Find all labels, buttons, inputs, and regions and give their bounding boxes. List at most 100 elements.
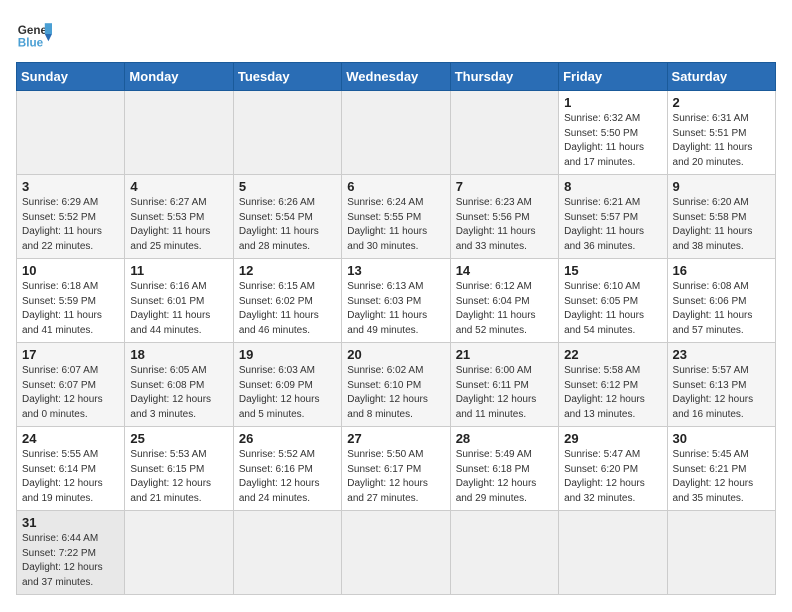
day-number: 11 [130,263,227,278]
day-number: 28 [456,431,553,446]
calendar-cell: 15 Sunrise: 6:10 AM Sunset: 6:05 PM Dayli… [559,259,667,343]
calendar-cell: 31 Sunrise: 6:44 AM Sunset: 7:22 PM Dayli… [17,511,125,595]
calendar-cell: 24Sunrise: 5:55 AM Sunset: 6:14 PM Dayli… [17,427,125,511]
day-info: Sunrise: 6:44 AM Sunset: 7:22 PM Dayligh… [22,532,119,590]
col-header-saturday: Saturday [667,63,775,91]
day-number: 18 [130,347,227,362]
calendar-cell: 11 Sunrise: 6:16 AM Sunset: 6:01 PM Dayli… [125,259,233,343]
calendar-cell: 7Sunrise: 6:23 AM Sunset: 5:56 PM Daylig… [450,175,558,259]
day-info: Sunrise: 6:02 AM Sunset: 6:10 PM Dayligh… [347,364,444,422]
calendar-cell: 20 Sunrise: 6:02 AM Sunset: 6:10 PM Dayli… [342,343,450,427]
day-number: 15 [564,263,661,278]
day-info: Sunrise: 6:31 AM Sunset: 5:51 PM Dayligh… [673,112,770,170]
day-info: Sunrise: 6:00 AM Sunset: 6:11 PM Dayligh… [456,364,553,422]
day-number: 31 [22,515,119,530]
calendar-cell: 4 Sunrise: 6:27 AM Sunset: 5:53 PM Daylig… [125,175,233,259]
day-number: 29 [564,431,661,446]
calendar-cell: 22 Sunrise: 5:58 AM Sunset: 6:12 PM Dayli… [559,343,667,427]
calendar-cell: 19Sunrise: 6:03 AM Sunset: 6:09 PM Dayli… [233,343,341,427]
calendar-cell [17,91,125,175]
day-info: Sunrise: 6:08 AM Sunset: 6:06 PM Dayligh… [673,280,770,338]
day-number: 25 [130,431,227,446]
day-number: 6 [347,179,444,194]
day-info: Sunrise: 5:58 AM Sunset: 6:12 PM Dayligh… [564,364,661,422]
calendar-cell [342,91,450,175]
day-number: 21 [456,347,553,362]
day-number: 10 [22,263,119,278]
day-info: Sunrise: 5:53 AM Sunset: 6:15 PM Dayligh… [130,448,227,506]
day-info: Sunrise: 6:07 AM Sunset: 6:07 PM Dayligh… [22,364,119,422]
calendar-cell [342,511,450,595]
calendar-cell: 26 Sunrise: 5:52 AM Sunset: 6:16 PM Dayli… [233,427,341,511]
day-info: Sunrise: 5:50 AM Sunset: 6:17 PM Dayligh… [347,448,444,506]
day-number: 3 [22,179,119,194]
calendar-cell: 10 Sunrise: 6:18 AM Sunset: 5:59 PM Dayli… [17,259,125,343]
calendar-cell: 30Sunrise: 5:45 AM Sunset: 6:21 PM Dayli… [667,427,775,511]
calendar-cell: 8 Sunrise: 6:21 AM Sunset: 5:57 PM Daylig… [559,175,667,259]
day-number: 13 [347,263,444,278]
day-info: Sunrise: 6:15 AM Sunset: 6:02 PM Dayligh… [239,280,336,338]
calendar-cell: 21 Sunrise: 6:00 AM Sunset: 6:11 PM Dayli… [450,343,558,427]
calendar-cell: 29 Sunrise: 5:47 AM Sunset: 6:20 PM Dayli… [559,427,667,511]
calendar-cell [233,511,341,595]
day-info: Sunrise: 6:29 AM Sunset: 5:52 PM Dayligh… [22,196,119,254]
day-info: Sunrise: 6:10 AM Sunset: 6:05 PM Dayligh… [564,280,661,338]
day-info: Sunrise: 5:49 AM Sunset: 6:18 PM Dayligh… [456,448,553,506]
calendar-cell: 6 Sunrise: 6:24 AM Sunset: 5:55 PM Daylig… [342,175,450,259]
day-info: Sunrise: 6:12 AM Sunset: 6:04 PM Dayligh… [456,280,553,338]
header: General Blue [16,16,776,52]
day-info: Sunrise: 6:24 AM Sunset: 5:55 PM Dayligh… [347,196,444,254]
calendar-cell: 1Sunrise: 6:32 AM Sunset: 5:50 PM Daylig… [559,91,667,175]
calendar-cell: 18 Sunrise: 6:05 AM Sunset: 6:08 PM Dayli… [125,343,233,427]
calendar-cell [233,91,341,175]
day-info: Sunrise: 6:05 AM Sunset: 6:08 PM Dayligh… [130,364,227,422]
day-info: Sunrise: 5:57 AM Sunset: 6:13 PM Dayligh… [673,364,770,422]
day-number: 9 [673,179,770,194]
col-header-sunday: Sunday [17,63,125,91]
day-info: Sunrise: 5:52 AM Sunset: 6:16 PM Dayligh… [239,448,336,506]
col-header-friday: Friday [559,63,667,91]
logo: General Blue [16,16,52,52]
calendar-cell: 14 Sunrise: 6:12 AM Sunset: 6:04 PM Dayli… [450,259,558,343]
col-header-monday: Monday [125,63,233,91]
day-info: Sunrise: 5:55 AM Sunset: 6:14 PM Dayligh… [22,448,119,506]
day-number: 5 [239,179,336,194]
day-number: 26 [239,431,336,446]
day-number: 2 [673,95,770,110]
calendar-cell [559,511,667,595]
day-info: Sunrise: 6:21 AM Sunset: 5:57 PM Dayligh… [564,196,661,254]
day-number: 14 [456,263,553,278]
day-info: Sunrise: 6:26 AM Sunset: 5:54 PM Dayligh… [239,196,336,254]
calendar-cell: 25 Sunrise: 5:53 AM Sunset: 6:15 PM Dayli… [125,427,233,511]
day-number: 22 [564,347,661,362]
day-info: Sunrise: 6:16 AM Sunset: 6:01 PM Dayligh… [130,280,227,338]
col-header-thursday: Thursday [450,63,558,91]
day-info: Sunrise: 6:13 AM Sunset: 6:03 PM Dayligh… [347,280,444,338]
calendar-cell: 28 Sunrise: 5:49 AM Sunset: 6:18 PM Dayli… [450,427,558,511]
day-number: 8 [564,179,661,194]
day-number: 20 [347,347,444,362]
day-info: Sunrise: 5:45 AM Sunset: 6:21 PM Dayligh… [673,448,770,506]
calendar-cell: 27Sunrise: 5:50 AM Sunset: 6:17 PM Dayli… [342,427,450,511]
calendar-cell: 2 Sunrise: 6:31 AM Sunset: 5:51 PM Daylig… [667,91,775,175]
calendar-cell: 9 Sunrise: 6:20 AM Sunset: 5:58 PM Daylig… [667,175,775,259]
calendar-cell: 17Sunrise: 6:07 AM Sunset: 6:07 PM Dayli… [17,343,125,427]
calendar-cell [125,511,233,595]
day-number: 1 [564,95,661,110]
calendar-table: SundayMondayTuesdayWednesdayThursdayFrid… [16,62,776,595]
day-number: 4 [130,179,227,194]
calendar-cell: 16Sunrise: 6:08 AM Sunset: 6:06 PM Dayli… [667,259,775,343]
calendar-cell [667,511,775,595]
day-info: Sunrise: 6:03 AM Sunset: 6:09 PM Dayligh… [239,364,336,422]
day-info: Sunrise: 5:47 AM Sunset: 6:20 PM Dayligh… [564,448,661,506]
day-info: Sunrise: 6:27 AM Sunset: 5:53 PM Dayligh… [130,196,227,254]
calendar-cell: 12Sunrise: 6:15 AM Sunset: 6:02 PM Dayli… [233,259,341,343]
day-info: Sunrise: 6:20 AM Sunset: 5:58 PM Dayligh… [673,196,770,254]
day-info: Sunrise: 6:18 AM Sunset: 5:59 PM Dayligh… [22,280,119,338]
calendar-cell: 13 Sunrise: 6:13 AM Sunset: 6:03 PM Dayli… [342,259,450,343]
col-header-wednesday: Wednesday [342,63,450,91]
calendar-cell: 23Sunrise: 5:57 AM Sunset: 6:13 PM Dayli… [667,343,775,427]
day-info: Sunrise: 6:23 AM Sunset: 5:56 PM Dayligh… [456,196,553,254]
calendar-cell [125,91,233,175]
calendar-cell [450,91,558,175]
